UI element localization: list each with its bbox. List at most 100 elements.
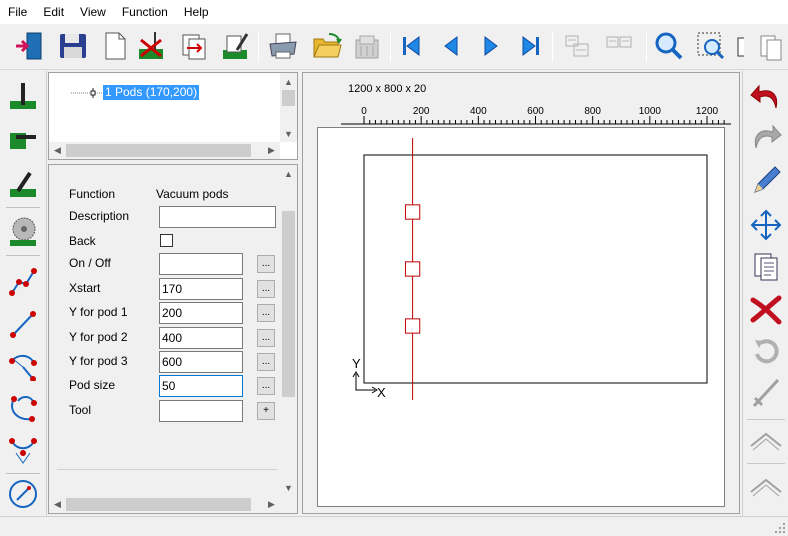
vertical-drill-button[interactable] [5,79,41,113]
tree-hscroll-thumb[interactable] [66,144,251,157]
delete-program-button[interactable] [134,29,168,63]
scroll-right-icon[interactable]: ▶ [263,142,280,159]
copy-button[interactable] [747,249,785,285]
first-button[interactable] [394,29,428,63]
vacuum-pod[interactable] [404,318,421,334]
pod-size-label: Pod size [69,378,116,392]
y-pod1-label: Y for pod 1 [69,305,128,319]
tool-add-button[interactable]: + [257,402,275,420]
y-pod3-browse-button[interactable]: ... [257,353,275,371]
toolbar-overflow[interactable] [734,29,744,63]
h-ruler-label: 600 [527,106,544,117]
arc-tangent-button[interactable] [5,433,41,467]
arc-center-icon [9,354,37,381]
props-hscroll-thumb[interactable] [66,498,251,511]
documents-button[interactable] [752,29,786,63]
menu-file[interactable]: File [0,0,35,24]
description-field[interactable] [159,206,276,228]
tool-field[interactable] [159,400,243,422]
arc-three-point-button[interactable] [5,391,41,425]
save-button[interactable] [56,29,90,63]
print-button[interactable] [266,29,300,63]
open-button[interactable] [310,29,344,63]
menu-edit[interactable]: Edit [35,0,72,24]
pod-size-field[interactable]: 50 [159,375,243,397]
scroll-right-icon[interactable]: ▶ [263,496,280,513]
line-button[interactable] [5,307,41,341]
tree-item-pods[interactable]: 1 Pods (170,200) [103,85,200,100]
back-label: Back [69,234,96,248]
edit-button[interactable] [747,163,785,199]
floppy-disk-icon [60,34,86,58]
scroll-up-icon[interactable]: ▲ [280,165,297,182]
on-off-browse-button[interactable]: ... [257,255,275,273]
exit-button[interactable] [12,29,46,63]
props-hscroll[interactable]: ◀ ▶ [49,496,280,513]
mirror-button [747,375,785,411]
y-pod3-label: Y for pod 3 [69,354,128,368]
back-checkbox[interactable] [160,234,173,247]
horizontal-drill-icon [10,133,36,149]
tree-hscroll[interactable]: ◀ ▶ [49,142,280,159]
y-pod3-field[interactable]: 600 [159,351,243,373]
arc-center-button[interactable] [5,349,41,383]
move-arrows-icon [750,209,782,241]
router-tool-icon [10,171,36,197]
resize-grip-icon[interactable] [774,522,786,534]
move-button[interactable] [747,207,785,243]
pods-group [404,138,421,400]
new-button[interactable] [98,29,132,63]
program-table-disabled-icon [606,36,632,48]
fillet-disabled-icon [750,478,782,497]
y-pod2-label: Y for pod 2 [69,330,128,344]
next-button[interactable] [474,29,508,63]
scroll-up-icon[interactable]: ▲ [280,73,297,90]
y-pod1-field[interactable]: 200 [159,302,243,324]
drawing-canvas[interactable]: Y X [317,127,725,507]
y-pod2-browse-button[interactable]: ... [257,329,275,347]
circle-button[interactable] [5,477,41,511]
previous-button[interactable] [434,29,468,63]
import-button [350,29,384,63]
delete-button[interactable] [747,291,785,327]
program-list-disabled-icon [565,35,589,57]
drawing-surface[interactable]: Y X [318,128,724,506]
xstart-field[interactable]: 170 [159,278,243,300]
saw-button[interactable] [5,215,41,249]
tree-vscroll[interactable]: ▲ ▼ [280,73,297,142]
last-button[interactable] [514,29,548,63]
tool-label: Tool [69,403,92,417]
xstart-label: Xstart [69,281,101,295]
scroll-down-icon[interactable]: ▼ [280,479,297,496]
copy-pages-icon [754,253,778,281]
scroll-left-icon[interactable]: ◀ [49,496,66,513]
status-bar [0,516,788,536]
on-off-field[interactable] [159,253,243,275]
props-vscroll[interactable]: ▲ ▼ [280,165,297,496]
menu-help[interactable]: Help [176,0,217,24]
copy-program-button[interactable] [178,29,212,63]
zoom-button[interactable] [652,29,686,63]
edit-program-icon [223,33,249,59]
scroll-left-icon[interactable]: ◀ [49,142,66,159]
props-vscroll-thumb[interactable] [282,211,295,397]
program-list-button [560,29,594,63]
y-pod2-field[interactable]: 400 [159,327,243,349]
xstart-browse-button[interactable]: ... [257,280,275,298]
polyline-button[interactable] [5,265,41,299]
menu-view[interactable]: View [72,0,114,24]
open-folder-icon [313,33,342,58]
undo-button[interactable] [747,79,785,115]
vacuum-pod[interactable] [404,204,421,220]
edit-program-button[interactable] [218,29,252,63]
menu-function[interactable]: Function [114,0,176,24]
y-pod1-browse-button[interactable]: ... [257,304,275,322]
scroll-down-icon[interactable]: ▼ [280,125,297,142]
router-button[interactable] [5,167,41,201]
tree-vscroll-thumb[interactable] [282,90,295,106]
pod-size-browse-button[interactable]: ... [257,377,275,395]
zoom-window-button[interactable] [694,29,728,63]
rotate-disabled-icon [755,339,779,364]
horizontal-drill-button[interactable] [5,121,41,155]
vacuum-pod[interactable] [404,261,421,277]
